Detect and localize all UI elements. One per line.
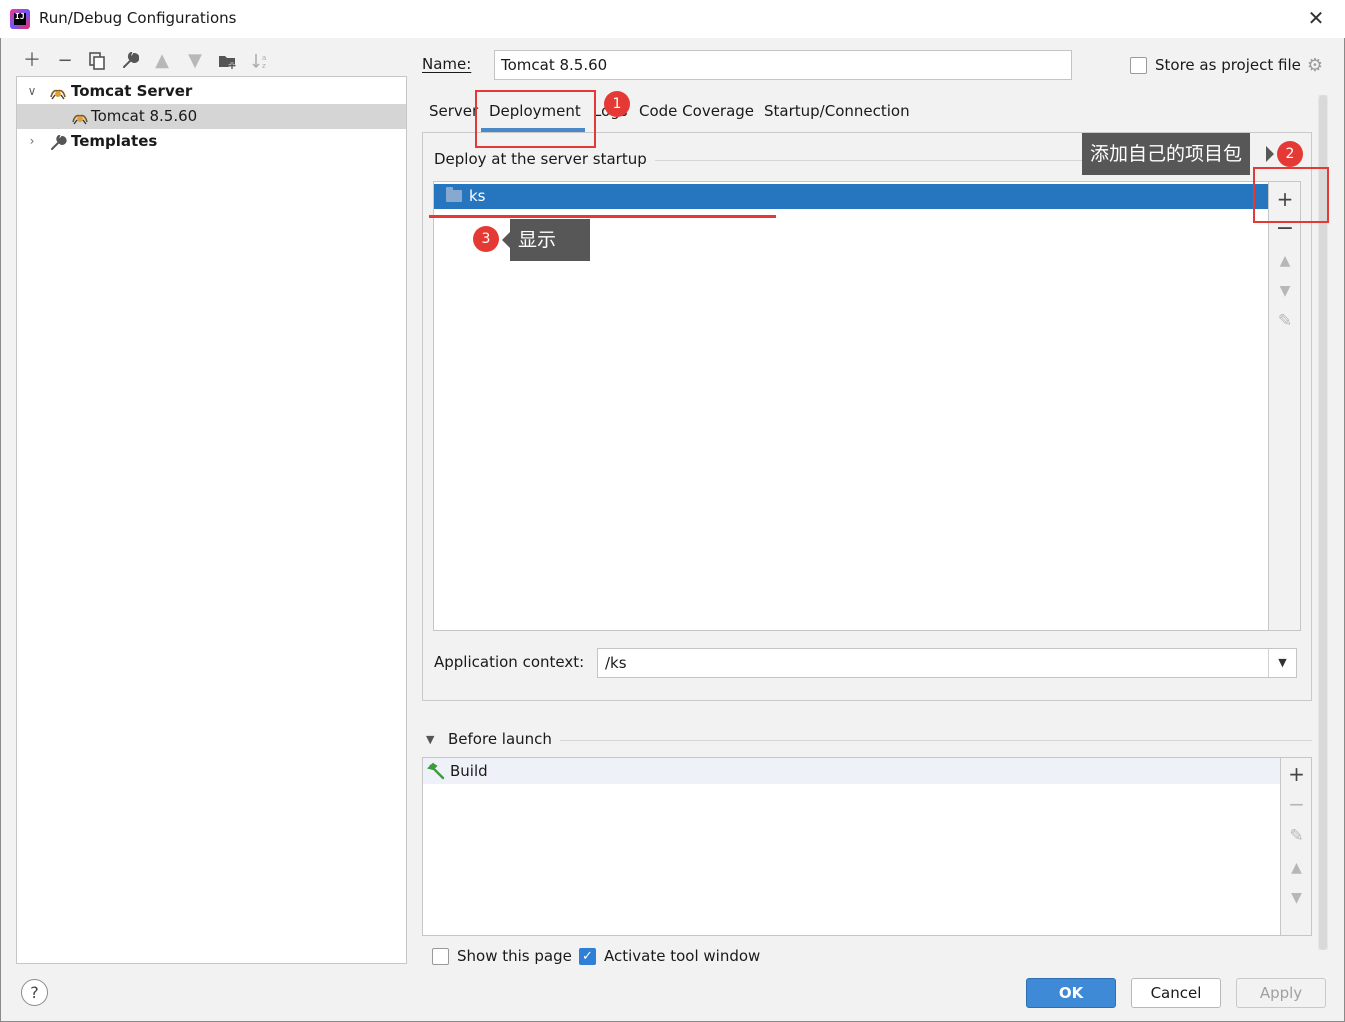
before-launch-toolbar: + − ✎ ▲ ▼ (1281, 757, 1312, 936)
annotation-underline (429, 215, 776, 218)
store-as-project-file-checkbox[interactable] (1130, 57, 1147, 74)
cancel-button[interactable]: Cancel (1131, 978, 1221, 1008)
edit-pencil-icon[interactable]: ✎ (1269, 306, 1301, 336)
move-down-icon[interactable]: ▼ (1281, 883, 1312, 913)
tooltip-arrow (502, 232, 510, 248)
help-icon[interactable]: ? (21, 979, 48, 1006)
move-up-icon[interactable]: ▲ (149, 49, 175, 73)
apply-button[interactable]: Apply (1236, 978, 1326, 1008)
sort-alphabetically-icon[interactable]: az (248, 49, 274, 73)
ok-button[interactable]: OK (1026, 978, 1116, 1008)
window-title: Run/Debug Configurations (39, 9, 237, 27)
deploy-group-title: Deploy at the server startup (434, 150, 655, 168)
annotation-tooltip-add-package: 添加自己的项目包 (1082, 133, 1251, 175)
tree-item-tomcat-server[interactable]: ∨ Tomcat Server (17, 79, 406, 104)
activate-tool-window-label: Activate tool window (604, 947, 761, 965)
copy-configuration-icon[interactable] (84, 49, 110, 73)
annotation-box-add-button (1253, 167, 1329, 223)
deploy-artifact-label: ks (469, 187, 486, 205)
annotation-marker-2: 2 (1277, 141, 1303, 167)
annotation-marker-3: 3 (473, 226, 499, 252)
deploy-artifact-row[interactable]: ks (434, 184, 1268, 209)
name-label: Name: (422, 55, 472, 73)
svg-text:a: a (262, 54, 266, 62)
store-as-project-file-label: Store as project file (1155, 56, 1301, 74)
new-folder-icon[interactable] (215, 49, 241, 73)
tree-item-tomcat-config[interactable]: Tomcat 8.5.60 (17, 104, 406, 129)
add-task-icon[interactable]: + (1281, 759, 1312, 789)
group-separator (645, 160, 1085, 161)
gear-icon[interactable]: ⚙ (1305, 56, 1325, 76)
tab-code-coverage[interactable]: Code Coverage (639, 102, 754, 124)
configuration-tree: ∨ Tomcat Server Tomcat 8.5.60 › Template… (16, 76, 407, 964)
show-this-page-checkbox[interactable] (432, 948, 449, 965)
show-this-page-label: Show this page (457, 947, 572, 965)
move-up-icon[interactable]: ▲ (1269, 246, 1301, 276)
move-down-icon[interactable]: ▼ (182, 49, 208, 73)
add-configuration-icon[interactable]: ＋ (19, 49, 45, 73)
intellij-app-icon: IJ (10, 9, 30, 29)
tomcat-icon (71, 109, 89, 125)
move-down-icon[interactable]: ▼ (1269, 276, 1301, 306)
annotation-marker-1: 1 (604, 91, 630, 117)
name-input[interactable]: Tomcat 8.5.60 (494, 50, 1072, 80)
annotation-box-deployment-tab (475, 90, 596, 148)
tomcat-icon (49, 84, 67, 100)
wrench-icon (49, 133, 67, 150)
deploy-list-toolbar: + − ▲ ▼ ✎ (1269, 181, 1301, 631)
annotation-tooltip-shown: 显示 (510, 219, 590, 261)
folder-icon (446, 187, 462, 202)
application-context-input[interactable]: /ks (597, 648, 1297, 678)
tooltip-arrow (1266, 146, 1274, 162)
hammer-icon (427, 762, 445, 780)
move-up-icon[interactable]: ▲ (1281, 853, 1312, 883)
activate-tool-window-checkbox[interactable]: ✓ (579, 948, 596, 965)
edit-defaults-wrench-icon[interactable] (117, 49, 143, 73)
tree-label-tomcat-server: Tomcat Server (71, 82, 193, 100)
tab-startup-connection[interactable]: Startup/Connection (764, 102, 910, 124)
tree-label-templates: Templates (71, 132, 158, 150)
remove-configuration-icon[interactable]: − (52, 49, 78, 73)
tree-label-tomcat-config: Tomcat 8.5.60 (91, 107, 198, 125)
remove-task-icon[interactable]: − (1281, 789, 1312, 819)
chevron-down-icon[interactable]: ∨ (25, 79, 39, 104)
close-icon[interactable]: ✕ (1305, 7, 1327, 29)
edit-pencil-icon[interactable]: ✎ (1281, 821, 1312, 851)
build-label: Build (450, 762, 488, 780)
tree-item-templates[interactable]: › Templates (17, 129, 406, 154)
scrollbar-thumb[interactable] (1319, 95, 1327, 950)
chevron-right-icon[interactable]: › (25, 129, 39, 154)
before-launch-build-row[interactable]: Build (423, 758, 1280, 784)
tab-server[interactable]: Server (429, 102, 478, 124)
collapse-triangle-icon[interactable]: ▼ (426, 733, 434, 746)
before-launch-title: Before launch (448, 730, 560, 748)
svg-text:z: z (262, 62, 266, 70)
application-context-label: Application context: (434, 653, 585, 671)
before-launch-separator (556, 740, 1312, 741)
chevron-down-icon[interactable]: ▼ (1268, 649, 1296, 677)
